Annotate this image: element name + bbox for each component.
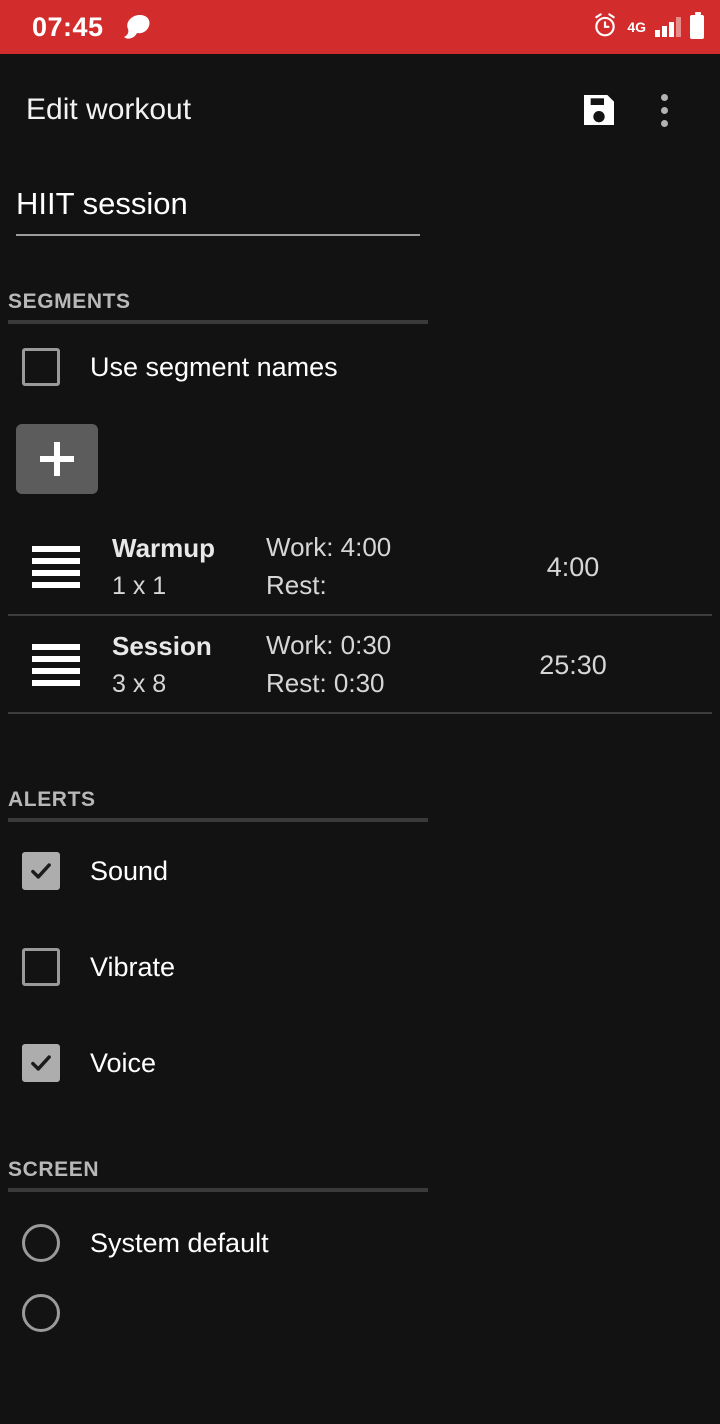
alerts-section: ALERTS Sound Vibrate Voice [0, 788, 720, 1082]
alert-voice-checkbox[interactable] [22, 1044, 60, 1082]
alerts-section-header: ALERTS [8, 788, 428, 822]
more-options-icon[interactable] [649, 88, 680, 133]
segment-list: Warmup 1 x 1 Work: 4:00 Rest: 4:00 Sessi… [0, 518, 720, 714]
segment-times-cell: Work: 0:30 Rest: 0:30 [266, 627, 506, 702]
segment-name: Warmup [112, 533, 216, 564]
settings-content: HIIT session SEGMENTS Use segment names [0, 186, 720, 1332]
alert-vibrate-row[interactable]: Vibrate [22, 948, 720, 986]
segment-rest: Rest: [266, 570, 327, 600]
segment-times-cell: Work: 4:00 Rest: [266, 529, 506, 604]
alert-sound-label: Sound [90, 855, 169, 886]
battery-icon [690, 12, 704, 39]
alert-sound-row[interactable]: Sound [22, 852, 720, 890]
page-title: Edit workout [26, 93, 192, 126]
segment-reps: 1 x 1 [112, 571, 167, 600]
chat-notification-icon [122, 13, 152, 41]
segment-name-cell: Session 3 x 8 [66, 628, 266, 702]
alerts-header-divider [8, 818, 428, 822]
screen-option-next-row-partial[interactable] [22, 1294, 720, 1332]
alert-vibrate-label: Vibrate [90, 951, 176, 982]
screen-section: SCREEN System default [0, 1158, 720, 1332]
edit-workout-screen: 07:45 4G Edit workout HIIT session SEGME… [0, 0, 720, 1424]
screen-option-system-default-row[interactable]: System default [22, 1224, 720, 1262]
alert-sound-checkbox[interactable] [22, 852, 60, 890]
status-bar-clock: 07:45 [32, 11, 104, 42]
segment-rest: Rest: 0:30 [266, 668, 385, 698]
alert-voice-row[interactable]: Voice [22, 1044, 720, 1082]
status-bar-indicators: 4G [592, 12, 704, 43]
screen-option-next-radio[interactable] [22, 1294, 60, 1332]
use-segment-names-checkbox[interactable] [22, 348, 60, 386]
app-bar: Edit workout [0, 54, 720, 166]
use-segment-names-row[interactable]: Use segment names [22, 348, 720, 386]
table-row[interactable]: Session 3 x 8 Work: 0:30 Rest: 0:30 25:3… [0, 616, 720, 714]
signal-icon [655, 17, 681, 37]
screen-option-system-default-label: System default [90, 1227, 269, 1258]
screen-section-header: SCREEN [8, 1158, 428, 1192]
screen-header-divider [8, 1188, 428, 1192]
drag-handle-icon[interactable] [10, 546, 80, 588]
drag-handle-icon[interactable] [10, 644, 80, 686]
segment-work: Work: 4:00 [266, 532, 392, 563]
segment-work: Work: 0:30 [266, 630, 392, 661]
workout-name-input[interactable]: HIIT session [16, 186, 420, 234]
app-bar-actions [579, 88, 694, 133]
segment-name-cell: Warmup 1 x 1 [66, 530, 266, 604]
use-segment-names-label: Use segment names [90, 351, 338, 382]
alarm-icon [592, 12, 618, 43]
segment-total: 4:00 [546, 551, 600, 582]
screen-header-label: SCREEN [8, 1158, 100, 1181]
alerts-header-label: ALERTS [8, 788, 96, 811]
plus-icon [40, 442, 74, 476]
alert-vibrate-checkbox[interactable] [22, 948, 60, 986]
segments-section-header: SEGMENTS [8, 290, 428, 324]
workout-name-field[interactable]: HIIT session [16, 186, 420, 236]
add-segment-button[interactable] [16, 424, 98, 494]
segments-header-label: SEGMENTS [8, 290, 131, 313]
alert-voice-label: Voice [90, 1047, 157, 1078]
segment-name: Session [112, 631, 212, 662]
segment-reps: 3 x 8 [112, 669, 167, 698]
status-bar: 07:45 4G [0, 0, 720, 54]
segments-header-divider [8, 320, 428, 324]
table-row[interactable]: Warmup 1 x 1 Work: 4:00 Rest: 4:00 [0, 518, 720, 616]
field-underline [16, 234, 420, 236]
screen-option-system-default-radio[interactable] [22, 1224, 60, 1262]
segments-section: SEGMENTS Use segment names Warmup 1 x 1 [0, 290, 720, 714]
save-icon[interactable] [579, 90, 619, 130]
network-type-label: 4G [627, 19, 646, 35]
segment-total: 25:30 [539, 649, 607, 680]
